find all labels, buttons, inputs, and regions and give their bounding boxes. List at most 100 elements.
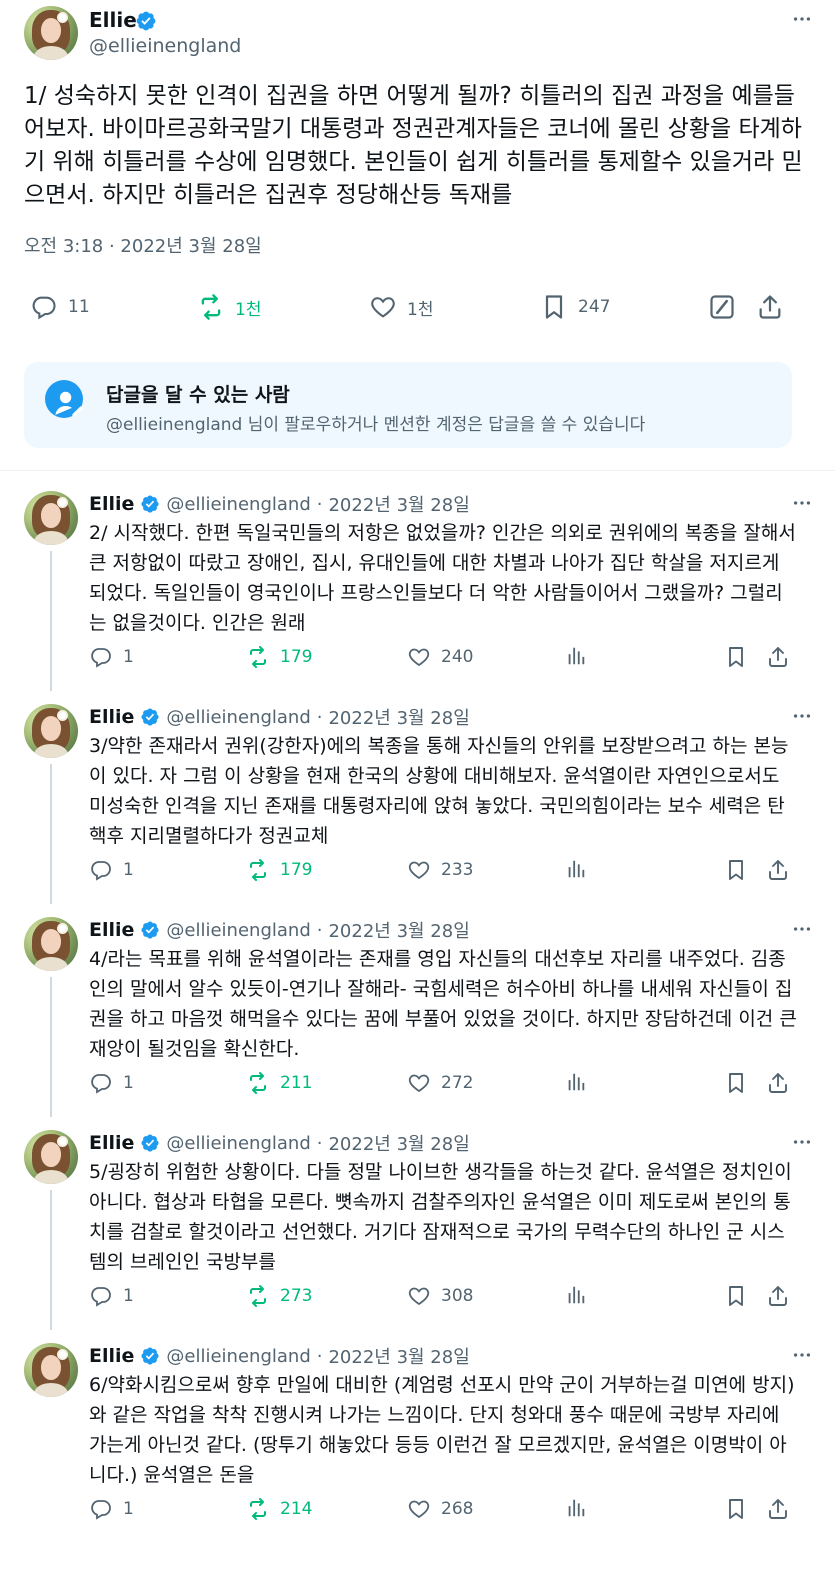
- separator-dot: ·: [316, 919, 323, 941]
- author-name[interactable]: Ellie: [89, 493, 134, 515]
- more-options-icon[interactable]: [791, 705, 813, 727]
- share-button[interactable]: [756, 293, 784, 321]
- like-button[interactable]: 1천: [369, 293, 433, 321]
- avatar[interactable]: [24, 704, 78, 758]
- reply-button[interactable]: 1: [89, 1071, 134, 1095]
- retweet-button[interactable]: 214: [246, 1497, 312, 1521]
- avatar[interactable]: [24, 917, 78, 971]
- reply-count: 1: [123, 1499, 134, 1519]
- author-name[interactable]: Ellie: [89, 919, 134, 941]
- more-options-icon[interactable]: [791, 918, 813, 940]
- reply-date[interactable]: 2022년 3월 28일: [328, 491, 469, 517]
- like-button[interactable]: 268: [407, 1497, 473, 1521]
- retweet-button[interactable]: 179: [246, 858, 312, 882]
- bookmark-icon: [540, 293, 568, 321]
- like-button[interactable]: 272: [407, 1071, 473, 1095]
- reply-permission-box: 답글을 달 수 있는 사람 @ellieinengland 님이 팔로우하거나 …: [24, 362, 792, 448]
- views-button[interactable]: [565, 858, 587, 880]
- grok-icon: [708, 293, 736, 321]
- retweet-icon: [246, 858, 270, 882]
- separator-dot: ·: [316, 493, 323, 515]
- share-button[interactable]: [766, 1497, 790, 1521]
- share-icon: [766, 1497, 790, 1521]
- author-handle[interactable]: @ellieinengland: [166, 1346, 310, 1367]
- views-button[interactable]: [565, 645, 587, 667]
- bookmark-button[interactable]: [724, 1284, 748, 1308]
- bookmark-icon: [724, 1284, 748, 1308]
- like-icon: [407, 645, 431, 669]
- author-handle[interactable]: @ellieinengland: [166, 920, 310, 941]
- reply-button[interactable]: 1: [89, 1497, 134, 1521]
- more-options-icon[interactable]: [791, 1344, 813, 1366]
- like-button[interactable]: 233: [407, 858, 473, 882]
- author-name[interactable]: Ellie: [89, 1345, 134, 1367]
- more-options-icon[interactable]: [791, 492, 813, 514]
- bookmark-button[interactable]: [724, 1071, 748, 1095]
- reply-count: 1: [123, 647, 134, 667]
- retweet-count: 1천: [235, 299, 262, 320]
- share-button[interactable]: [766, 1284, 790, 1308]
- reply-icon: [89, 858, 113, 882]
- like-button[interactable]: 240: [407, 645, 473, 669]
- author-name[interactable]: Ellie: [89, 8, 137, 32]
- retweet-count: 179: [280, 860, 313, 880]
- reply-button[interactable]: 1: [89, 645, 134, 669]
- avatar[interactable]: [24, 1343, 78, 1397]
- views-button[interactable]: [565, 1497, 587, 1519]
- retweet-button[interactable]: 179: [246, 645, 312, 669]
- retweet-button[interactable]: 211: [246, 1071, 312, 1095]
- reply-header: Ellie @ellieinengland · 2022년 3월 28일: [89, 704, 470, 730]
- reply-date[interactable]: 2022년 3월 28일: [328, 917, 469, 943]
- reply-tweet[interactable]: Ellie @ellieinengland · 2022년 3월 28일 4/라…: [0, 900, 835, 1117]
- like-count: 233: [441, 860, 474, 880]
- reply-button[interactable]: 1: [89, 1284, 134, 1308]
- avatar[interactable]: [24, 1130, 78, 1184]
- reply-tweet[interactable]: Ellie @ellieinengland · 2022년 3월 28일 2/ …: [0, 474, 835, 691]
- avatar[interactable]: [24, 6, 78, 60]
- like-icon: [369, 293, 397, 321]
- author-handle[interactable]: @ellieinengland: [166, 494, 310, 515]
- more-options-icon[interactable]: [791, 1131, 813, 1153]
- bookmark-button[interactable]: 247: [540, 293, 610, 321]
- author-handle[interactable]: @ellieinengland: [166, 707, 310, 728]
- author-name[interactable]: Ellie: [89, 706, 134, 728]
- grok-button[interactable]: [708, 293, 736, 321]
- reply-icon: [89, 1497, 113, 1521]
- reply-tweet[interactable]: Ellie @ellieinengland · 2022년 3월 28일 6/약…: [0, 1326, 835, 1538]
- author-handle[interactable]: @ellieinengland: [166, 1133, 310, 1154]
- retweet-button[interactable]: 1천: [197, 293, 261, 321]
- reply-date[interactable]: 2022년 3월 28일: [328, 1130, 469, 1156]
- reply-tweet[interactable]: Ellie @ellieinengland · 2022년 3월 28일 5/굉…: [0, 1113, 835, 1330]
- retweet-button[interactable]: 273: [246, 1284, 312, 1308]
- like-button[interactable]: 308: [407, 1284, 473, 1308]
- verified-badge-icon: [140, 707, 160, 727]
- share-button[interactable]: [766, 645, 790, 669]
- bookmark-button[interactable]: [724, 1497, 748, 1521]
- share-button[interactable]: [766, 1071, 790, 1095]
- reply-date[interactable]: 2022년 3월 28일: [328, 704, 469, 730]
- reply-button[interactable]: 11: [30, 293, 90, 321]
- retweet-count: 214: [280, 1499, 313, 1519]
- views-button[interactable]: [565, 1071, 587, 1093]
- views-button[interactable]: [565, 1284, 587, 1306]
- retweet-icon: [246, 645, 270, 669]
- reply-text: 4/라는 목표를 위해 윤석열이라는 존재를 영입 자신들의 대선후보 자리를 …: [89, 948, 797, 1060]
- bookmark-button[interactable]: [724, 858, 748, 882]
- like-icon: [407, 858, 431, 882]
- reply-text: 3/약한 존재라서 권위(강한자)에의 복종을 통해 자신들의 안위를 보장받으…: [89, 735, 789, 847]
- reply-permission-title: 답글을 달 수 있는 사람: [106, 384, 290, 406]
- share-button[interactable]: [766, 858, 790, 882]
- tweet-timestamp[interactable]: 오전 3:18 · 2022년 3월 28일: [24, 232, 262, 258]
- author-name[interactable]: Ellie: [89, 1132, 134, 1154]
- retweet-icon: [197, 293, 225, 321]
- more-options-icon[interactable]: [791, 8, 813, 30]
- reply-tweet[interactable]: Ellie @ellieinengland · 2022년 3월 28일 3/약…: [0, 687, 835, 904]
- reply-date[interactable]: 2022년 3월 28일: [328, 1343, 469, 1369]
- avatar[interactable]: [24, 491, 78, 545]
- bookmark-button[interactable]: [724, 645, 748, 669]
- author-handle[interactable]: @ellieinengland: [89, 35, 241, 57]
- main-tweet: Ellie @ellieinengland 1/ 성숙하지 못한 인격이 집권을…: [0, 0, 835, 474]
- share-icon: [766, 1071, 790, 1095]
- reply-button[interactable]: 1: [89, 858, 134, 882]
- retweet-count: 273: [280, 1286, 313, 1306]
